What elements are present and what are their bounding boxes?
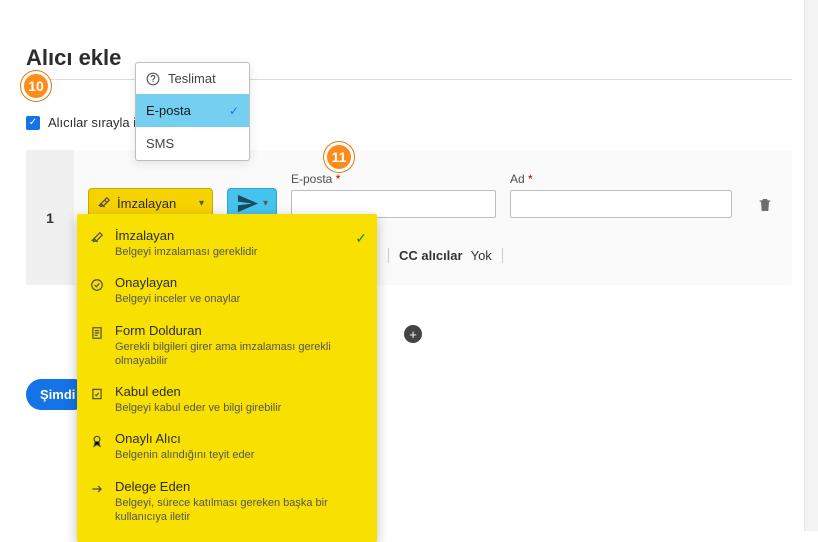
name-label: Ad * xyxy=(510,172,732,186)
role-option-signer[interactable]: İmzalayan Belgeyi imzalaması gereklidir … xyxy=(77,220,377,267)
annotation-badge-10: 10 xyxy=(21,71,51,101)
help-icon xyxy=(146,72,160,86)
delivery-header: Teslimat xyxy=(136,63,249,94)
name-field[interactable] xyxy=(510,190,732,218)
role-dropdown: İmzalayan Belgeyi imzalaması gereklidir … xyxy=(77,214,377,542)
approver-icon xyxy=(89,277,105,293)
role-option-form-filler[interactable]: Form Dolduran Gerekli bilgileri girer am… xyxy=(77,315,377,377)
role-option-certified[interactable]: Onaylı Alıcı Belgenin alındığını teyit e… xyxy=(77,423,377,470)
acceptor-icon xyxy=(89,386,105,402)
signer-icon xyxy=(97,196,111,210)
trash-icon xyxy=(757,197,773,213)
role-option-approver[interactable]: Onaylayan Belgeyi inceler ve onaylar xyxy=(77,267,377,314)
sequential-signing-label: Alıcılar sırayla im xyxy=(48,115,147,130)
signer-icon xyxy=(89,230,105,246)
delivery-option-email[interactable]: E-posta ✓ xyxy=(136,94,249,127)
check-icon: ✓ xyxy=(355,230,367,247)
role-select-label: İmzalayan xyxy=(117,196,176,211)
add-recipient-button[interactable]: + xyxy=(404,325,422,343)
certified-icon xyxy=(89,433,105,449)
form-icon xyxy=(89,325,105,341)
chevron-down-icon: ▾ xyxy=(199,198,204,209)
role-option-delegator[interactable]: Delege Eden Belgeyi, sürece katılması ge… xyxy=(77,471,377,533)
cc-label: CC alıcılar xyxy=(399,248,463,263)
scrollbar[interactable] xyxy=(804,0,818,531)
cc-recipients[interactable]: CC alıcılar Yok xyxy=(388,248,503,263)
delivery-popover: Teslimat E-posta ✓ SMS xyxy=(135,62,250,161)
recipient-index: 1 xyxy=(26,150,74,285)
email-label: E-posta * xyxy=(291,172,496,186)
chevron-down-icon: ▾ xyxy=(263,198,268,209)
cc-value: Yok xyxy=(471,248,492,263)
annotation-badge-11: 11 xyxy=(324,142,354,172)
role-option-acceptor[interactable]: Kabul eden Belgeyi kabul eder ve bilgi g… xyxy=(77,376,377,423)
send-icon xyxy=(236,192,259,215)
delivery-option-sms[interactable]: SMS xyxy=(136,127,249,160)
delegator-icon xyxy=(89,481,105,497)
sequential-signing-checkbox[interactable]: ✓ xyxy=(26,116,40,130)
check-icon: ✓ xyxy=(229,104,239,118)
delete-recipient-button[interactable] xyxy=(756,196,774,214)
